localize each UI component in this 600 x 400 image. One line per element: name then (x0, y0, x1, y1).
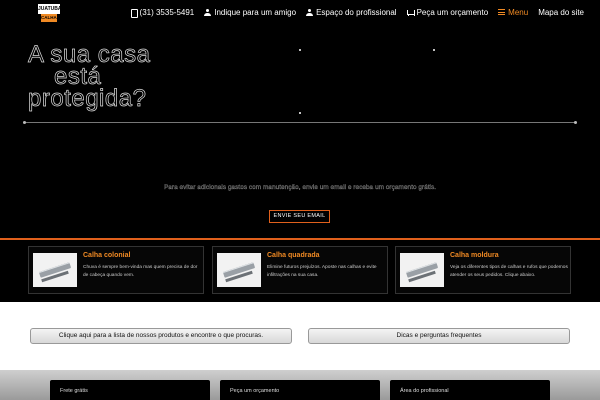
hero-headline-line: A sua casa (28, 41, 151, 68)
nav-professional-label: Espaço do profissional (316, 7, 397, 17)
product-image (400, 253, 444, 287)
product-title: Calha moldura (450, 252, 499, 259)
tile-quote[interactable]: Peça um orçamento (220, 380, 380, 400)
top-navbar: JUATUBA CALHAS (31) 3535-5491 Indique pa… (0, 0, 600, 24)
links-section: Clique aqui para a lista de nossos produ… (0, 302, 600, 370)
product-description: Elimine futuros prejuízos. Aposte nas ca… (267, 265, 377, 278)
product-title: Calha quadrada (267, 252, 320, 259)
logo-line-1: JUATUBA (38, 4, 62, 14)
product-description: Chuva é sempre bem-vinda mas quem precis… (83, 265, 198, 278)
product-card-moldura[interactable]: Calha moldura Veja os diferentes tipos d… (395, 246, 571, 294)
product-card-quadrada[interactable]: Calha quadrada Elimine futuros prejuízos… (212, 246, 388, 294)
product-strip: Calha colonial Chuva é sempre bem-vinda … (0, 238, 600, 302)
tile-label: Peça um orçamento (230, 388, 280, 394)
nav-professional[interactable]: Espaço do profissional (306, 8, 397, 17)
logo-line-2: CALHAS (41, 14, 60, 22)
nav-menu[interactable]: Menu (498, 8, 528, 17)
product-title: Calha colonial (83, 252, 131, 259)
tile-professional-area[interactable]: Área do profissional (390, 380, 550, 400)
tile-label: Área do profissional (400, 388, 449, 394)
send-email-button[interactable]: ENVIE SEU EMAIL (269, 210, 330, 223)
hero-headline-line: protegida? (28, 85, 147, 112)
products-list-button[interactable]: Clique aqui para a lista de nossos produ… (30, 328, 292, 344)
feature-tiles: Frete grátis Peça um orçamento Área do p… (0, 370, 600, 400)
decor-dot (433, 49, 435, 51)
nav-refer-friend[interactable]: Indique para um amigo (204, 8, 296, 17)
menu-icon (498, 9, 506, 15)
page: JUATUBA CALHAS (31) 3535-5491 Indique pa… (0, 0, 600, 400)
nav-phone-label: (31) 3535-5491 (139, 7, 195, 17)
nav-refer-label: Indique para um amigo (214, 7, 297, 17)
faq-button[interactable]: Dicas e perguntas frequentes (308, 328, 570, 344)
product-image (217, 253, 261, 287)
decor-dot (299, 49, 301, 51)
nav-quote-label: Peça um orçamento (416, 7, 489, 17)
nav-links: (31) 3535-5491 Indique para um amigo Esp… (130, 0, 584, 24)
hero-section: A sua casa está protegida? Para evitar a… (0, 24, 600, 238)
hero-headline: A sua casa está protegida? (28, 41, 188, 112)
product-description: Veja os diferentes tipos de calhas e ruf… (450, 265, 568, 278)
cart-icon (406, 9, 415, 16)
user-icon (306, 8, 314, 16)
nav-quote[interactable]: Peça um orçamento (406, 7, 489, 17)
logo[interactable]: JUATUBA CALHAS (38, 4, 62, 24)
tile-label: Frete grátis (60, 388, 88, 394)
nav-sitemap[interactable]: Mapa do site (538, 8, 584, 17)
nav-menu-label: Menu (508, 7, 529, 17)
nav-sitemap-label: Mapa do site (538, 7, 584, 17)
tile-free-shipping[interactable]: Frete grátis (50, 380, 210, 400)
phone-icon (130, 8, 138, 18)
product-card-colonial[interactable]: Calha colonial Chuva é sempre bem-vinda … (28, 246, 204, 294)
hero-divider (23, 121, 577, 124)
product-image (33, 253, 77, 287)
hero-description: Para evitar adicionais gastos com manute… (163, 184, 437, 191)
user-plus-icon (204, 8, 212, 16)
decor-dot (299, 112, 301, 114)
nav-phone[interactable]: (31) 3535-5491 (130, 7, 195, 18)
